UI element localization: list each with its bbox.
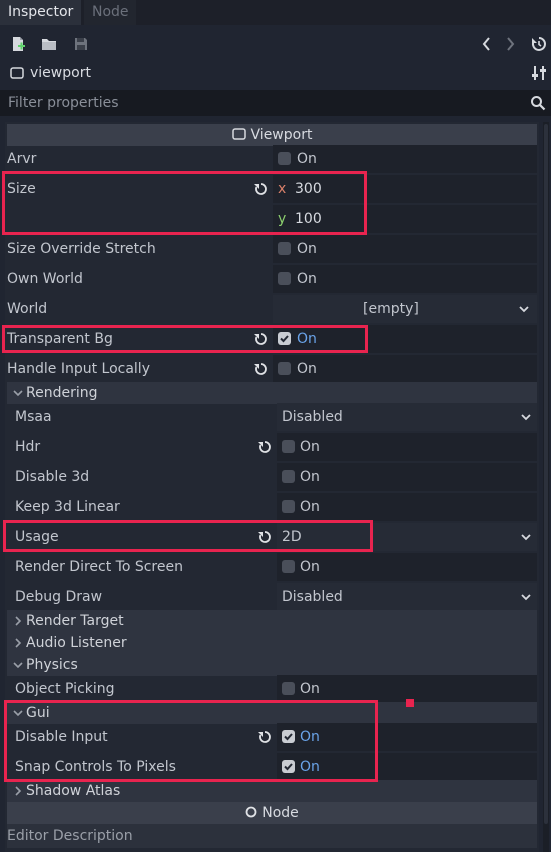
tab-bar xyxy=(0,0,551,25)
checkbox-label: On xyxy=(300,439,320,455)
prop-label: Debug Draw xyxy=(15,589,103,605)
viewport-class-icon xyxy=(231,126,246,140)
prop-keep-3d-linear: Keep 3d Linear On xyxy=(7,492,537,522)
prop-hdr: Hdr On xyxy=(7,432,537,462)
prop-label: Keep 3d Linear xyxy=(15,499,120,515)
render-direct-to-screen-checkbox[interactable] xyxy=(282,560,295,573)
chevron-down-icon[interactable] xyxy=(520,591,532,603)
handle-input-locally-checkbox[interactable] xyxy=(278,362,291,375)
section-shadow-atlas[interactable]: Shadow Atlas xyxy=(7,780,537,802)
object-name: viewport xyxy=(30,65,91,81)
node-class-header: Node xyxy=(7,802,537,824)
viewport-class-header: Viewport xyxy=(7,124,537,146)
prop-label: Size Override Stretch xyxy=(7,241,156,257)
disable-3d-checkbox[interactable] xyxy=(282,470,295,483)
prop-msaa: Msaa Disabled xyxy=(7,402,537,432)
section-physics[interactable]: Physics xyxy=(7,654,537,676)
prop-size-override-stretch: Size Override Stretch On xyxy=(7,234,537,264)
filter-properties-input[interactable] xyxy=(0,90,525,116)
section-render-target[interactable]: Render Target xyxy=(7,610,537,632)
prop-debug-draw: Debug Draw Disabled xyxy=(7,582,537,612)
chevron-down-icon[interactable] xyxy=(520,531,532,543)
revert-icon[interactable] xyxy=(257,439,273,455)
checkbox-label: On xyxy=(300,559,320,575)
checkbox-label: On xyxy=(297,361,317,377)
node-class-title: Node xyxy=(262,805,299,821)
viewport-class-title: Viewport xyxy=(250,127,313,143)
section-title: Audio Listener xyxy=(26,635,127,651)
scrollbar-thumb[interactable] xyxy=(544,124,548,824)
hdr-checkbox[interactable] xyxy=(282,440,295,453)
section-title: Physics xyxy=(26,657,78,673)
prop-label: Hdr xyxy=(15,439,41,455)
revert-icon[interactable] xyxy=(253,361,269,377)
prop-editor-description[interactable]: Editor Description xyxy=(7,824,537,848)
debug-draw-value: Disabled xyxy=(282,589,343,605)
save-icon[interactable] xyxy=(71,34,91,54)
highlight-size xyxy=(2,171,367,235)
highlight-usage xyxy=(3,520,373,552)
prop-own-world: Own World On xyxy=(7,264,537,294)
highlight-marker xyxy=(406,699,414,707)
section-rendering[interactable]: Rendering xyxy=(7,382,537,404)
prop-render-direct-to-screen: Render Direct To Screen On xyxy=(7,552,537,582)
prop-label: Msaa xyxy=(15,409,52,425)
object-picking-checkbox[interactable] xyxy=(282,682,295,695)
checkbox-label: On xyxy=(300,469,320,485)
section-title: Rendering xyxy=(26,385,98,401)
size-override-stretch-checkbox[interactable] xyxy=(278,242,291,255)
checkbox-label: On xyxy=(300,499,320,515)
prop-label: Render Direct To Screen xyxy=(15,559,183,575)
section-title: Render Target xyxy=(26,613,124,629)
prop-label: Handle Input Locally xyxy=(7,361,150,377)
arvr-checkbox[interactable] xyxy=(278,152,291,165)
checkbox-label: On xyxy=(297,241,317,257)
viewport-node-icon xyxy=(10,66,24,80)
prop-label: Arvr xyxy=(7,151,37,167)
prop-label: Editor Description xyxy=(7,828,133,844)
history-icon[interactable] xyxy=(529,34,549,54)
section-title: Shadow Atlas xyxy=(26,783,121,799)
highlight-gui xyxy=(4,700,378,782)
checkbox-label: On xyxy=(297,271,317,287)
prop-handle-input-locally: Handle Input Locally On xyxy=(7,354,537,384)
tab-inspector[interactable]: Inspector xyxy=(0,0,81,25)
open-folder-icon[interactable] xyxy=(39,34,59,54)
world-value: [empty] xyxy=(363,301,419,317)
prop-label: World xyxy=(7,301,48,317)
search-icon xyxy=(530,95,546,111)
new-resource-icon[interactable] xyxy=(8,34,28,54)
history-back-icon[interactable] xyxy=(477,34,497,54)
prop-arvr: Arvr On xyxy=(7,144,537,174)
keep-3d-linear-checkbox[interactable] xyxy=(282,500,295,513)
tab-node[interactable]: Node xyxy=(84,0,136,25)
chevron-down-icon[interactable] xyxy=(518,303,530,315)
prop-disable-3d: Disable 3d On xyxy=(7,462,537,492)
highlight-transparent-bg xyxy=(2,325,368,353)
history-forward-icon[interactable] xyxy=(500,34,520,54)
section-audio-listener[interactable]: Audio Listener xyxy=(7,632,537,654)
checkbox-label: On xyxy=(297,151,317,167)
own-world-checkbox[interactable] xyxy=(278,272,291,285)
msaa-value: Disabled xyxy=(282,409,343,425)
prop-label: Disable 3d xyxy=(15,469,90,485)
object-properties-icon[interactable] xyxy=(529,63,549,83)
prop-label: Own World xyxy=(7,271,83,287)
prop-world: World [empty] xyxy=(7,294,537,324)
chevron-down-icon[interactable] xyxy=(520,411,532,423)
node-circle-icon xyxy=(245,803,257,818)
